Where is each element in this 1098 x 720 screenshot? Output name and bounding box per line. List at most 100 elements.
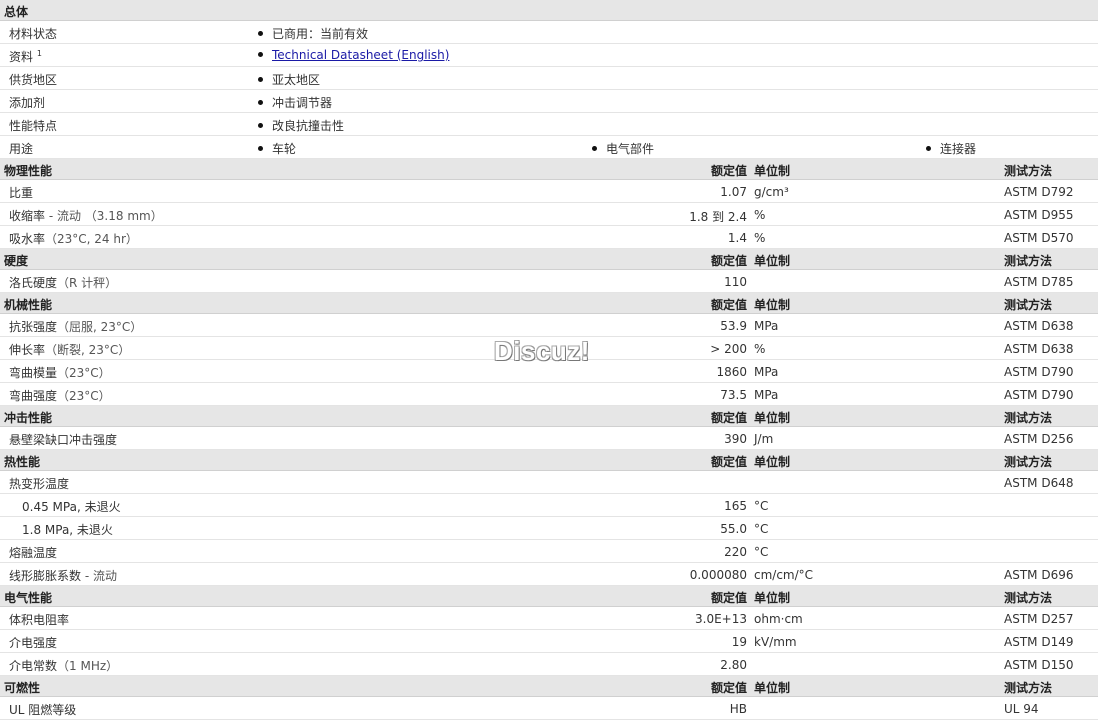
- property-name: 弯曲模量: [9, 366, 58, 380]
- section-header: 电气性能 额定值 单位制 测试方法: [0, 586, 1098, 607]
- property-label: 热变形温度: [9, 475, 69, 492]
- property-name: 熔融温度: [9, 546, 58, 560]
- section-header: 冲击性能 额定值 单位制 测试方法: [0, 406, 1098, 427]
- general-row-label: 资料 1: [9, 48, 42, 65]
- property-value: 1.07: [720, 185, 747, 199]
- property-condition: （1 MHz）: [57, 659, 119, 673]
- property-value: 53.9: [720, 319, 747, 333]
- property-name: 体积电阻率: [9, 613, 70, 627]
- test-method: ASTM D955: [1004, 208, 1074, 222]
- property-name: 0.45 MPa, 未退火: [22, 500, 121, 514]
- property-label: 弯曲强度（23°C）: [9, 387, 111, 404]
- section-title: 热性能: [4, 455, 41, 469]
- property-unit: °C: [754, 545, 769, 559]
- bullet-icon: [258, 123, 263, 128]
- column-header-value: 额定值: [710, 298, 747, 312]
- test-method: ASTM D790: [1004, 388, 1074, 402]
- column-header-method: 测试方法: [1004, 681, 1053, 695]
- column-header-method: 测试方法: [1004, 298, 1053, 312]
- section-title: 电气性能: [4, 591, 53, 605]
- test-method: ASTM D696: [1004, 568, 1074, 582]
- bullet-item: 改良抗撞击性: [258, 117, 344, 134]
- property-unit: MPa: [754, 388, 779, 402]
- test-method: ASTM D149: [1004, 635, 1074, 649]
- bullet-icon: [258, 146, 263, 151]
- test-method: ASTM D570: [1004, 231, 1074, 245]
- column-header-value: 额定值: [710, 164, 747, 178]
- general-row-label: 用途: [9, 140, 33, 157]
- bullet-text: 电气部件: [606, 142, 655, 156]
- property-condition: - 流动 （3.18 mm）: [45, 209, 163, 223]
- property-value: 1.4: [727, 231, 747, 245]
- column-header-method: 测试方法: [1004, 411, 1053, 425]
- property-label: 线形膨胀系数 - 流动: [9, 567, 117, 584]
- property-label: 吸水率（23°C, 24 hr）: [9, 230, 138, 247]
- property-unit: J/m: [754, 432, 774, 446]
- property-unit: ohm·cm: [754, 612, 803, 626]
- property-label: UL 阻燃等级: [9, 701, 76, 718]
- section-title: 冲击性能: [4, 411, 53, 425]
- property-label: 体积电阻率: [9, 611, 69, 628]
- property-name: 洛氏硬度: [9, 276, 58, 290]
- bullet-item[interactable]: Technical Datasheet (English): [258, 48, 449, 62]
- property-name: UL 阻燃等级: [9, 703, 77, 717]
- property-value: > 200: [710, 342, 747, 356]
- section-title: 总体: [4, 5, 29, 19]
- general-row: 资料 1 Technical Datasheet (English): [0, 44, 1098, 67]
- general-row: 供货地区 亚太地区: [0, 67, 1098, 90]
- general-rows: 材料状态 已商用：当前有效资料 1 Technical Datasheet (Eng…: [0, 21, 1098, 159]
- property-value: 110: [724, 275, 747, 289]
- property-value: 390: [724, 432, 747, 446]
- property-row: 介电强度 19 kV/mm ASTM D149: [0, 630, 1098, 653]
- property-condition: - 流动: [81, 569, 117, 583]
- column-header-value: 额定值: [710, 455, 747, 469]
- property-label: 洛氏硬度（R 计秤）: [9, 274, 117, 291]
- property-row: 悬壁梁缺口冲击强度 390 J/m ASTM D256: [0, 427, 1098, 450]
- property-value: 55.0: [720, 522, 747, 536]
- property-label: 伸长率（断裂, 23°C）: [9, 341, 130, 358]
- property-label: 1.8 MPa, 未退火: [22, 521, 113, 538]
- test-method: ASTM D256: [1004, 432, 1074, 446]
- test-method: ASTM D257: [1004, 612, 1074, 626]
- footnote-marker: 1: [36, 49, 42, 58]
- section-header: 机械性能 额定值 单位制 测试方法: [0, 293, 1098, 314]
- general-row: 性能特点 改良抗撞击性: [0, 113, 1098, 136]
- test-method: ASTM D150: [1004, 658, 1074, 672]
- row-label-text: 添加剂: [9, 96, 46, 110]
- property-unit: MPa: [754, 365, 779, 379]
- property-row: 弯曲强度（23°C） 73.5 MPa ASTM D790: [0, 383, 1098, 406]
- datasheet-link[interactable]: Technical Datasheet (English): [272, 48, 449, 62]
- property-row: 吸水率（23°C, 24 hr） 1.4% ASTM D570: [0, 226, 1098, 249]
- bullet-item: 电气部件: [592, 140, 654, 157]
- property-name: 抗张强度: [9, 320, 58, 334]
- section-header: 物理性能 额定值 单位制 测试方法: [0, 159, 1098, 180]
- property-row: 1.8 MPa, 未退火 55.0 °C: [0, 517, 1098, 540]
- property-name: 比重: [9, 186, 34, 200]
- property-condition: （23°C）: [57, 389, 111, 403]
- column-header-unit: 单位制: [754, 254, 791, 268]
- test-method: ASTM D790: [1004, 365, 1074, 379]
- bullet-item: 车轮: [258, 140, 296, 157]
- property-row: 比重 1.07 g/cm³ ASTM D792: [0, 180, 1098, 203]
- property-name: 介电常数: [9, 659, 58, 673]
- bullet-text: 亚太地区: [272, 73, 321, 87]
- test-method: ASTM D638: [1004, 319, 1074, 333]
- bullet-item: 已商用：当前有效: [258, 25, 368, 42]
- column-header-unit: 单位制: [754, 591, 791, 605]
- watermark: Discuz!: [494, 336, 590, 366]
- property-unit: g/cm³: [754, 185, 789, 199]
- column-header-method: 测试方法: [1004, 254, 1053, 268]
- column-header-unit: 单位制: [754, 455, 791, 469]
- property-unit: %: [754, 342, 766, 356]
- bullet-text: 已商用：当前有效: [272, 27, 369, 41]
- column-header-value: 额定值: [710, 411, 747, 425]
- column-header-value: 额定值: [710, 681, 747, 695]
- property-row: 收缩率 - 流动 （3.18 mm） 1.8 到 2.4% ASTM D955: [0, 203, 1098, 226]
- general-row: 材料状态 已商用：当前有效: [0, 21, 1098, 44]
- section-header: 硬度 额定值 单位制 测试方法: [0, 249, 1098, 270]
- property-condition: （23°C, 24 hr）: [45, 232, 138, 246]
- property-name: 吸水率: [9, 232, 46, 246]
- property-row: 体积电阻率 3.0E+13 ohm·cm ASTM D257: [0, 607, 1098, 630]
- bullet-icon: [258, 77, 263, 82]
- column-header-unit: 单位制: [754, 411, 791, 425]
